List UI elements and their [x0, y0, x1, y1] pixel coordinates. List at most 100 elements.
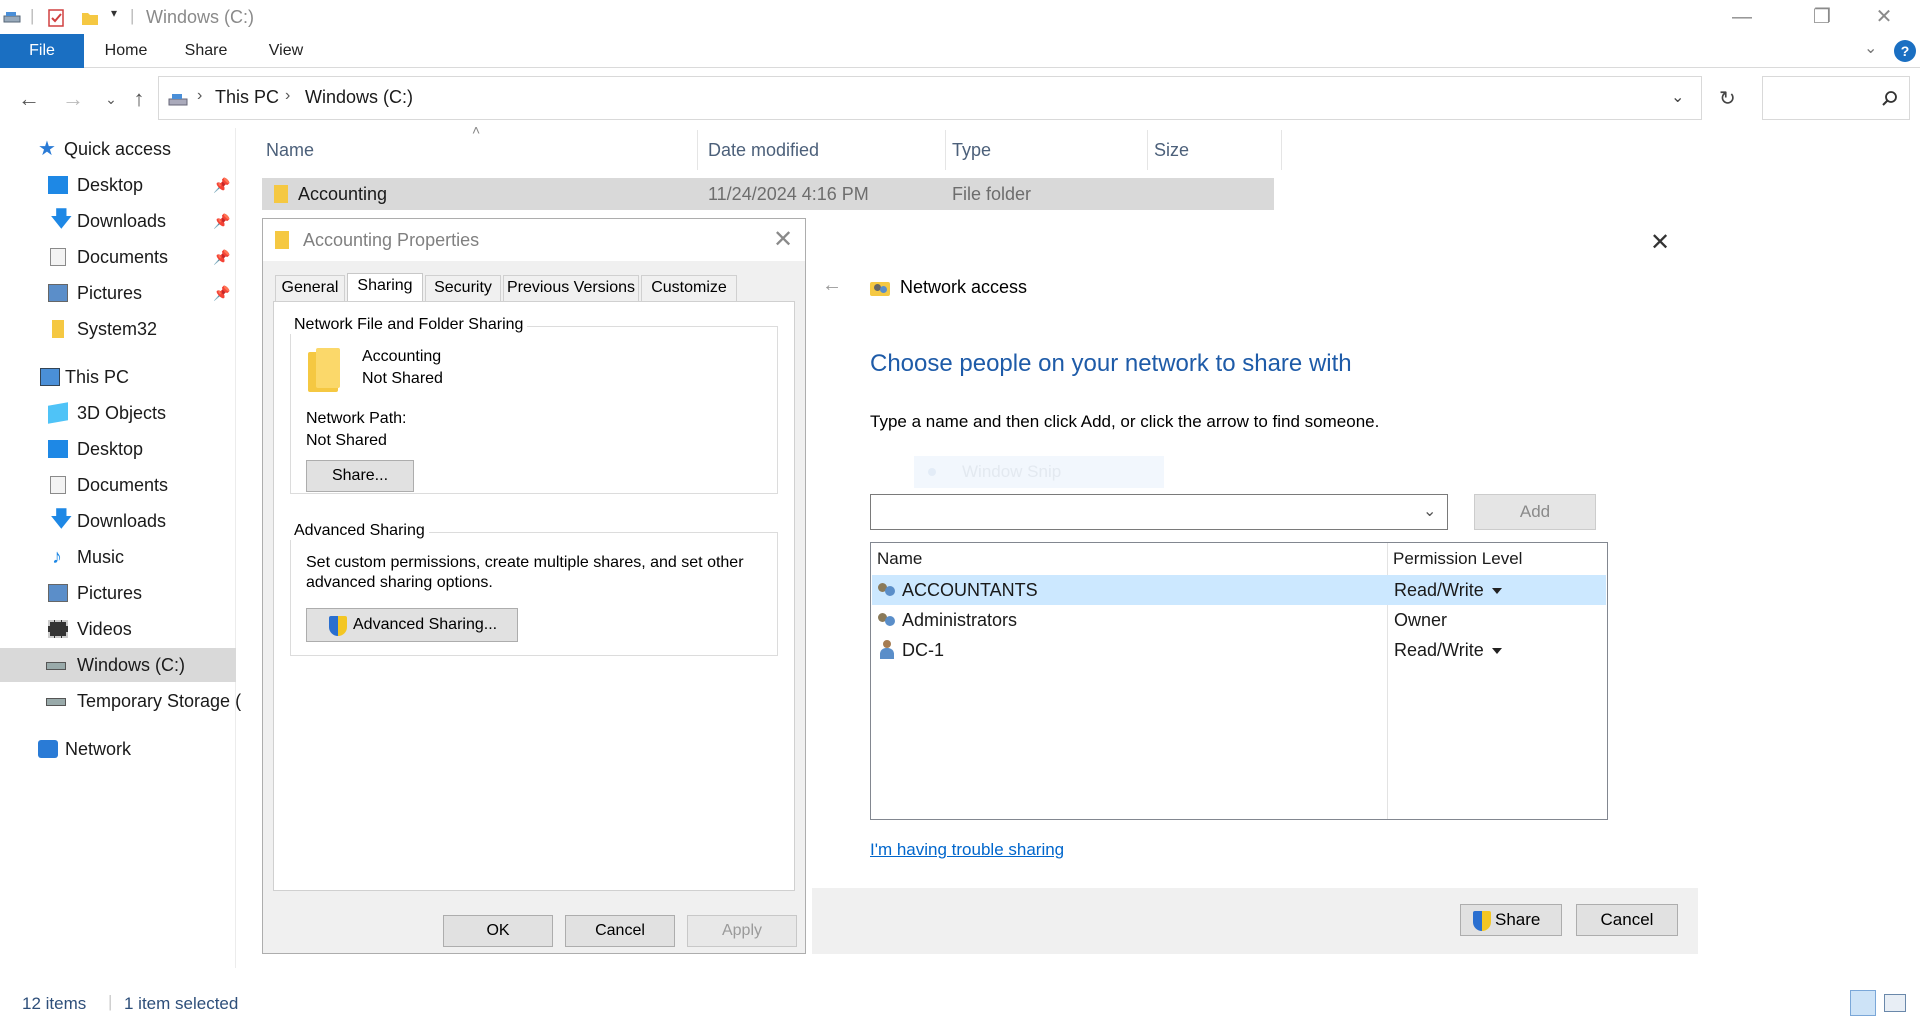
sidebar-item-documents[interactable]: Documents 📌: [0, 240, 236, 274]
share-button[interactable]: Share...: [306, 460, 414, 492]
title-separator: |: [130, 6, 135, 25]
sidebar-item-downloads[interactable]: 🡇 Downloads 📌: [0, 204, 236, 238]
new-folder-icon[interactable]: [80, 8, 100, 28]
folder-large-icon: [306, 346, 344, 396]
breadcrumb-windows-c[interactable]: Windows (C:): [305, 87, 413, 108]
trouble-sharing-link[interactable]: I'm having trouble sharing: [870, 840, 1064, 860]
column-header-type[interactable]: Type: [948, 130, 1148, 170]
tab-file[interactable]: File: [0, 34, 84, 68]
sidebar-item-this-pc[interactable]: This PC: [0, 360, 236, 394]
sidebar-item-network[interactable]: Network: [0, 732, 236, 766]
column-header-date-modified[interactable]: Date modified: [704, 130, 946, 170]
sidebar-item-temporary-storage[interactable]: Temporary Storage (: [0, 684, 241, 718]
minimize-button[interactable]: —: [1720, 4, 1764, 30]
sidebar-item-label: This PC: [65, 367, 130, 387]
sidebar-item-quick-access[interactable]: ★ Quick access: [0, 132, 236, 166]
drive-icon: [3, 12, 21, 23]
sidebar-item-desktop-pc[interactable]: Desktop: [0, 432, 236, 466]
list-item-dc-1[interactable]: DC-1 Read/Write: [872, 635, 1606, 665]
list-item-name: ACCOUNTANTS: [902, 580, 1038, 600]
breadcrumb-this-pc[interactable]: This PC: [215, 87, 279, 108]
dialog-footer: Share Cancel: [812, 888, 1698, 954]
sidebar-item-pictures[interactable]: Pictures 📌: [0, 276, 236, 310]
permission-dropdown[interactable]: Read/Write: [1394, 635, 1502, 665]
network-access-dialog: ✕ ← Network access Choose people on your…: [812, 218, 1698, 954]
ghost-text: Window Snip: [962, 462, 1062, 481]
close-window-button[interactable]: ✕: [1862, 4, 1906, 30]
group-icon: [878, 611, 896, 629]
sidebar-item-system32[interactable]: System32: [0, 312, 236, 346]
sharing-tab-panel: Network File and Folder Sharing Accounti…: [273, 301, 795, 891]
list-item-accountants[interactable]: ACCOUNTANTS Read/Write: [872, 575, 1606, 605]
tab-customize[interactable]: Customize: [641, 275, 737, 301]
tab-general[interactable]: General: [275, 275, 345, 301]
group-label: Advanced Sharing: [290, 522, 429, 540]
column-header-name[interactable]: Name: [877, 549, 922, 569]
advanced-sharing-label: Advanced Sharing...: [353, 616, 498, 633]
recent-locations-icon[interactable]: ⌄: [96, 84, 126, 114]
properties-icon[interactable]: [46, 8, 66, 28]
sidebar-item-label: Downloads: [77, 211, 167, 231]
ok-button[interactable]: OK: [443, 915, 553, 947]
sidebar-item-3d-objects[interactable]: 3D Objects: [0, 396, 236, 430]
star-icon: ★: [38, 138, 56, 160]
column-header-size[interactable]: Size: [1150, 130, 1282, 170]
tab-share[interactable]: Share: [176, 34, 236, 68]
download-arrow-icon: 🡇: [50, 206, 73, 231]
column-header-name[interactable]: Name: [262, 130, 698, 170]
help-icon[interactable]: ?: [1894, 40, 1916, 62]
close-network-dialog-button[interactable]: ✕: [1650, 228, 1670, 257]
permission-dropdown[interactable]: Read/Write: [1394, 575, 1502, 605]
list-item-name: DC-1: [902, 640, 945, 660]
tab-home[interactable]: Home: [96, 34, 156, 68]
up-button[interactable]: ↑: [124, 84, 154, 114]
close-dialog-button[interactable]: ✕: [773, 225, 793, 254]
sidebar-item-label: 3D Objects: [77, 403, 167, 423]
sidebar-item-windows-c[interactable]: Windows (C:): [0, 648, 236, 682]
permissions-list: Name Permission Level ACCOUNTANTS Read/W…: [870, 542, 1608, 820]
list-item-administrators[interactable]: Administrators Owner: [872, 605, 1606, 635]
search-input[interactable]: [1762, 76, 1910, 120]
restore-button[interactable]: ❐: [1800, 4, 1844, 30]
tab-previous-versions[interactable]: Previous Versions: [503, 275, 639, 301]
name-combobox[interactable]: ⌄: [870, 494, 1448, 530]
sidebar-item-downloads-pc[interactable]: 🡇 Downloads: [0, 504, 236, 538]
list-item-name: Administrators: [902, 610, 1018, 630]
table-row[interactable]: Accounting 11/24/2024 4:16 PM File folde…: [262, 178, 1274, 210]
apply-button[interactable]: Apply: [687, 915, 797, 947]
expand-ribbon-icon[interactable]: ⌄: [1864, 38, 1877, 58]
large-icons-view-icon[interactable]: [1884, 994, 1906, 1012]
share-confirm-button[interactable]: Share: [1460, 904, 1562, 936]
details-view-icon[interactable]: [1850, 990, 1876, 1016]
sidebar-item-documents-pc[interactable]: Documents: [0, 468, 236, 502]
sidebar-item-desktop[interactable]: Desktop 📌: [0, 168, 236, 202]
pin-icon: 📌: [213, 177, 231, 193]
cube-icon: [48, 402, 68, 424]
tab-view[interactable]: View: [256, 34, 316, 68]
breadcrumb-chevron-icon: ›: [197, 87, 203, 104]
drive-icon: [46, 662, 66, 670]
desktop-icon: [48, 440, 68, 458]
sidebar-item-music[interactable]: ♪ Music: [0, 540, 236, 574]
customize-qat-icon[interactable]: ▾: [111, 6, 117, 20]
cancel-share-button[interactable]: Cancel: [1576, 904, 1678, 936]
back-arrow-icon[interactable]: ←: [822, 274, 842, 297]
add-button[interactable]: Add: [1474, 494, 1596, 530]
tab-sharing[interactable]: Sharing: [347, 273, 423, 302]
back-button[interactable]: ←: [14, 84, 44, 114]
advanced-sharing-button[interactable]: Advanced Sharing...: [306, 608, 518, 642]
page-heading: Choose people on your network to share w…: [870, 350, 1352, 377]
column-header-permission[interactable]: Permission Level: [1393, 549, 1522, 569]
chevron-down-icon[interactable]: ⌄: [1423, 501, 1436, 521]
address-bar[interactable]: › This PC › Windows (C:) ⌄ ↻: [158, 76, 1736, 120]
document-icon: [50, 476, 66, 494]
forward-button[interactable]: →: [58, 84, 88, 114]
group-icon: [878, 581, 896, 599]
permission-value: Owner: [1394, 610, 1448, 630]
sidebar-item-pictures-pc[interactable]: Pictures: [0, 576, 236, 610]
cancel-button[interactable]: Cancel: [565, 915, 675, 947]
refresh-icon[interactable]: ↻: [1719, 86, 1736, 111]
tab-security[interactable]: Security: [425, 275, 501, 301]
sidebar-item-videos[interactable]: Videos: [0, 612, 236, 646]
address-dropdown-icon[interactable]: ⌄: [1671, 87, 1684, 107]
